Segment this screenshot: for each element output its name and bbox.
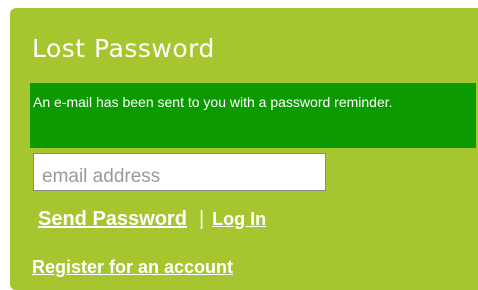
panel-title: Lost Password	[32, 34, 215, 63]
register-account-link[interactable]: Register for an account	[32, 257, 233, 278]
success-notice: An e-mail has been sent to you with a pa…	[30, 83, 476, 148]
log-in-link[interactable]: Log In	[212, 209, 266, 229]
link-separator: |	[198, 208, 205, 230]
lost-password-panel: Lost Password An e-mail has been sent to…	[10, 8, 478, 290]
send-password-link[interactable]: Send Password	[38, 208, 187, 230]
action-links-row: Send Password | Log In	[38, 208, 266, 231]
email-address-input[interactable]	[33, 153, 326, 191]
